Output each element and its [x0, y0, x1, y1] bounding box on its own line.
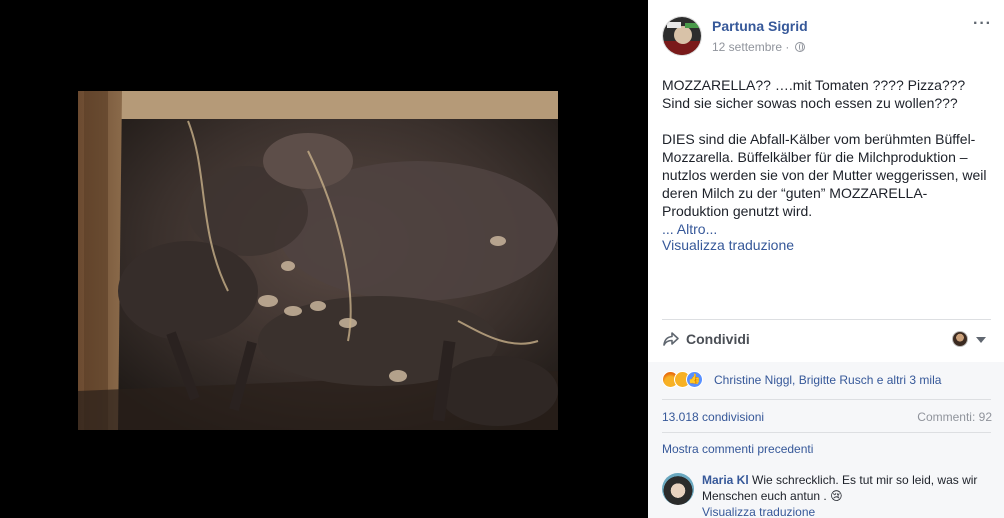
post-header: Partuna Sigrid 12 settembre · ···: [662, 15, 992, 59]
post-meta: 12 settembre ·: [712, 40, 805, 54]
commenter-name[interactable]: Maria Kl: [702, 473, 749, 487]
divider: [662, 432, 991, 433]
share-as-avatar[interactable]: [952, 331, 968, 347]
comments-count: Commenti: 92: [917, 410, 992, 424]
post-paragraph-1: MOZZARELLA?? ….mit Tomaten ???? Pizza???…: [662, 77, 966, 111]
shares-count[interactable]: 13.018 condivisioni: [662, 410, 764, 424]
post-photo[interactable]: [78, 91, 558, 430]
post-paragraph-2: DIES sind die Abfall-Kälber vom berühmte…: [662, 131, 987, 219]
show-previous-comments-link[interactable]: Mostra commenti precedenti: [662, 442, 813, 456]
see-more-link[interactable]: Altro...: [677, 221, 717, 237]
post-date[interactable]: 12 settembre: [712, 40, 782, 54]
reaction-names[interactable]: Christine Niggl, Brigitte Rusch e altri …: [714, 373, 941, 387]
see-more-prefix: ...: [662, 221, 677, 237]
post-panel: Partuna Sigrid 12 settembre · ··· MOZZAR…: [648, 0, 1004, 518]
share-icon[interactable]: [662, 330, 680, 348]
more-options-icon[interactable]: ···: [973, 15, 992, 33]
chevron-down-icon[interactable]: [976, 337, 986, 343]
author-avatar[interactable]: [662, 16, 702, 56]
see-more-row: ... Altro...: [662, 220, 992, 238]
comment-body: Maria Kl Wie schrecklich. Es tut mir so …: [702, 472, 992, 504]
action-bar: Condividi: [662, 328, 992, 352]
photo-image: [78, 91, 558, 430]
globe-icon: [794, 42, 805, 52]
like-reaction-icon: 👍: [686, 371, 703, 388]
commenter-avatar[interactable]: [662, 473, 694, 505]
post-text: MOZZARELLA?? ….mit Tomaten ???? Pizza???…: [662, 76, 992, 238]
see-translation-link[interactable]: Visualizza traduzione: [662, 237, 794, 253]
meta-separator: ·: [785, 40, 790, 54]
author-avatar-image: [663, 17, 701, 55]
divider: [662, 319, 991, 320]
divider: [662, 399, 991, 400]
share-button[interactable]: Condividi: [686, 331, 750, 347]
photo-viewer: [0, 0, 648, 518]
comment-translation-link[interactable]: Visualizza traduzione: [702, 505, 815, 518]
author-name[interactable]: Partuna Sigrid: [712, 18, 808, 34]
